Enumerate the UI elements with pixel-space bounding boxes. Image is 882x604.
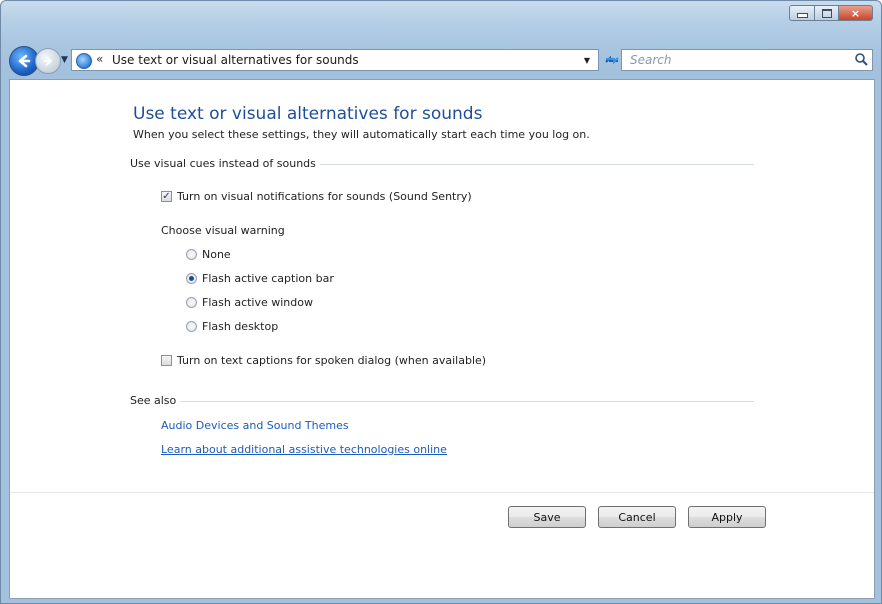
control-panel-icon bbox=[76, 53, 92, 69]
radio-flash-window[interactable]: Flash active window bbox=[186, 296, 313, 309]
link-audio-devices[interactable]: Audio Devices and Sound Themes bbox=[161, 419, 349, 432]
radio-flash-caption-bar[interactable]: Flash active caption bar bbox=[186, 272, 334, 285]
radio-icon[interactable] bbox=[186, 321, 197, 332]
section-label-visual-cues: Use visual cues instead of sounds bbox=[130, 157, 320, 170]
page-subtitle: When you select these settings, they wil… bbox=[133, 128, 590, 141]
link-assistive-technologies[interactable]: Learn about additional assistive technol… bbox=[161, 443, 447, 456]
visual-warning-text: Choose visual warning bbox=[161, 224, 285, 237]
text-captions-label: Turn on text captions for spoken dialog … bbox=[177, 354, 487, 367]
search-placeholder: Search bbox=[630, 53, 672, 67]
address-dropdown-icon[interactable]: ▼ bbox=[584, 56, 590, 65]
radio-selected-icon[interactable] bbox=[186, 273, 197, 284]
back-arrow-icon bbox=[18, 54, 31, 68]
radio-flash-window-label: Flash active window bbox=[202, 296, 313, 309]
maximize-button[interactable] bbox=[815, 5, 839, 21]
content-pane: Use text or visual alternatives for soun… bbox=[9, 79, 875, 599]
caption-buttons: × bbox=[789, 5, 873, 21]
forward-button[interactable] bbox=[35, 48, 61, 74]
radio-none[interactable]: None bbox=[186, 248, 231, 261]
sound-sentry-checkbox[interactable]: ✓ Turn on visual notifications for sound… bbox=[161, 190, 472, 203]
checkbox-unchecked-icon[interactable] bbox=[161, 355, 172, 366]
text-captions-checkbox[interactable]: Turn on text captions for spoken dialog … bbox=[161, 354, 486, 367]
recent-pages-dropdown-icon[interactable]: ▼ bbox=[61, 55, 68, 65]
page-title: Use text or visual alternatives for soun… bbox=[133, 104, 483, 124]
window-frame: × ▼ « Use text or visual alternatives fo… bbox=[0, 0, 882, 604]
radio-flash-desktop-label: Flash desktop bbox=[202, 320, 279, 333]
minimize-button[interactable] bbox=[789, 5, 815, 21]
visual-warning-label: Choose visual warning bbox=[161, 224, 285, 237]
navigation-bar: ▼ « Use text or visual alternatives for … bbox=[9, 45, 875, 76]
breadcrumb-current[interactable]: Use text or visual alternatives for soun… bbox=[112, 53, 359, 67]
refresh-button[interactable] bbox=[603, 49, 621, 71]
cancel-button[interactable]: Cancel bbox=[598, 506, 676, 528]
radio-none-label: None bbox=[202, 248, 231, 261]
footer-divider bbox=[10, 492, 874, 493]
search-icon[interactable] bbox=[854, 52, 868, 66]
breadcrumb-overflow-icon[interactable]: « bbox=[96, 52, 103, 66]
save-button[interactable]: Save bbox=[508, 506, 586, 528]
forward-arrow-icon bbox=[43, 56, 52, 66]
checkbox-checked-icon[interactable]: ✓ bbox=[161, 191, 172, 202]
radio-icon[interactable] bbox=[186, 249, 197, 260]
section-label-see-also: See also bbox=[130, 394, 181, 407]
search-input[interactable]: Search bbox=[621, 49, 873, 71]
close-icon: × bbox=[850, 6, 861, 20]
minimize-icon bbox=[796, 13, 808, 18]
refresh-icon bbox=[605, 55, 619, 65]
address-bar[interactable]: « Use text or visual alternatives for so… bbox=[71, 49, 599, 71]
radio-flash-caption-bar-label: Flash active caption bar bbox=[202, 272, 334, 285]
maximize-icon bbox=[821, 8, 832, 18]
close-button[interactable]: × bbox=[839, 5, 873, 21]
section-divider bbox=[130, 401, 754, 402]
radio-flash-desktop[interactable]: Flash desktop bbox=[186, 320, 278, 333]
radio-dot bbox=[189, 276, 194, 281]
radio-icon[interactable] bbox=[186, 297, 197, 308]
apply-button[interactable]: Apply bbox=[688, 506, 766, 528]
sound-sentry-label: Turn on visual notifications for sounds … bbox=[177, 190, 472, 203]
